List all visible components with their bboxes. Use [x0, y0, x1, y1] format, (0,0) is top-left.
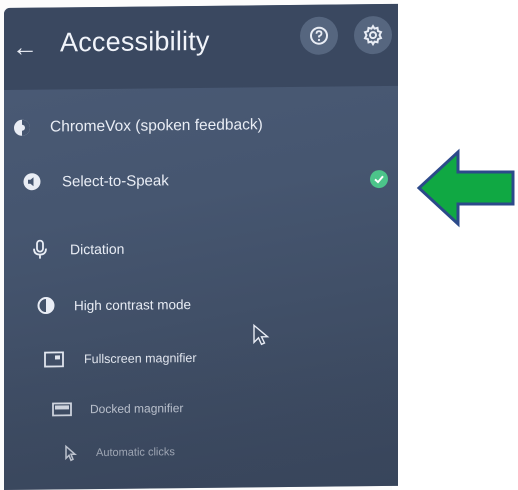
chromevox-icon	[12, 118, 32, 138]
automatic-clicks-icon	[60, 443, 80, 463]
docked-magnifier-icon	[52, 399, 72, 419]
microphone-icon	[30, 239, 50, 260]
help-button[interactable]	[300, 16, 338, 55]
settings-button[interactable]	[354, 15, 392, 55]
gear-icon	[363, 24, 383, 47]
check-icon	[370, 169, 388, 189]
menu-item-automatic-clicks[interactable]: Automatic clicks	[60, 442, 175, 463]
menu-item-label: High contrast mode	[74, 296, 192, 313]
arrow-left-icon: ←	[12, 31, 38, 62]
menu-item-dictation[interactable]: Dictation	[30, 239, 124, 260]
menu-item-fullscreen-magnifier[interactable]: Fullscreen magnifier	[44, 348, 197, 370]
accessibility-panel: ← Accessibility ChromeVox (spoken feedba…	[4, 3, 398, 490]
page-title: Accessibility	[60, 25, 210, 58]
menu-item-select-to-speak[interactable]: Select-to-Speak	[22, 170, 169, 192]
contrast-icon	[36, 295, 56, 315]
menu-item-docked-magnifier[interactable]: Docked magnifier	[52, 398, 183, 419]
menu-item-label: Dictation	[70, 240, 125, 258]
menu-item-label: Docked magnifier	[90, 401, 184, 417]
select-to-speak-icon	[22, 172, 42, 192]
help-icon	[310, 26, 328, 45]
screen-bezel	[392, 0, 518, 490]
arrow-left-indicator-icon	[416, 148, 516, 233]
photo-frame: ← Accessibility ChromeVox (spoken feedba…	[0, 0, 518, 490]
menu-item-chromevox[interactable]: ChromeVox (spoken feedback)	[12, 115, 263, 138]
menu-item-label: Select-to-Speak	[62, 171, 169, 190]
panel-header: ← Accessibility	[4, 3, 398, 90]
mouse-cursor-icon	[252, 323, 270, 352]
fullscreen-magnifier-icon	[44, 349, 64, 369]
menu-item-label: Automatic clicks	[96, 446, 175, 460]
back-button[interactable]: ←	[10, 32, 40, 62]
menu-item-label: Fullscreen magnifier	[84, 350, 197, 367]
menu-item-label: ChromeVox (spoken feedback)	[50, 116, 263, 136]
menu-item-high-contrast[interactable]: High contrast mode	[36, 294, 191, 316]
